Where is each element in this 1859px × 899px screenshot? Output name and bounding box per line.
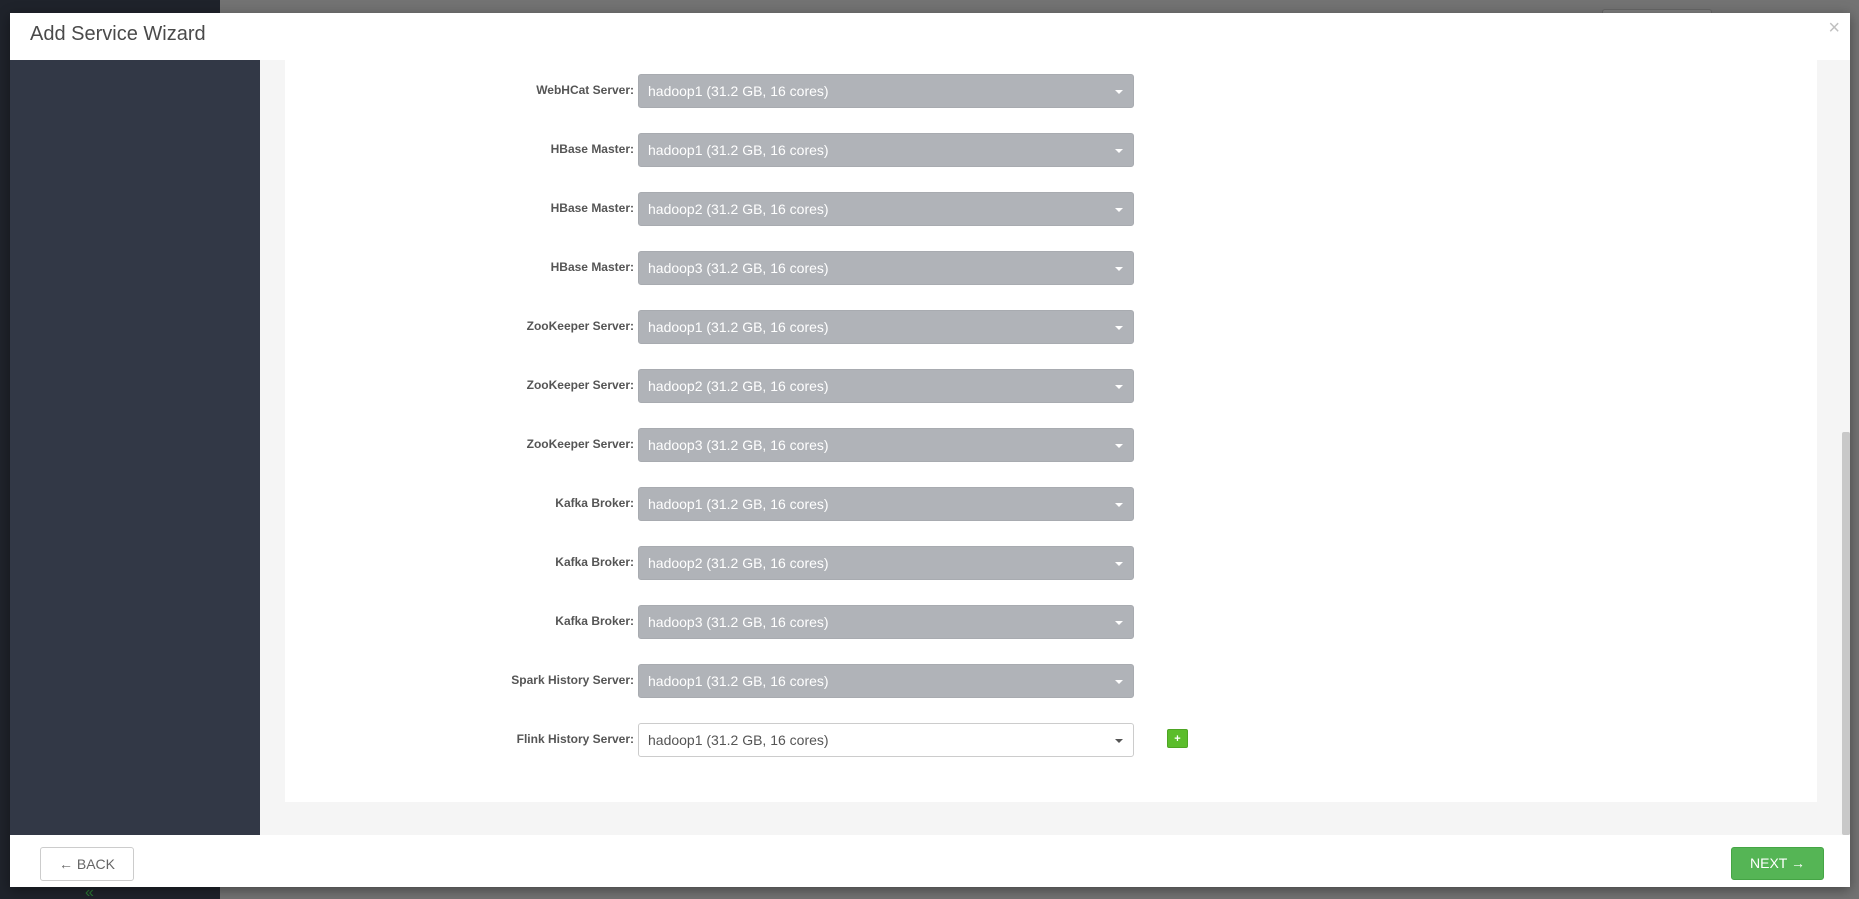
- caret-down-icon: [1115, 680, 1123, 684]
- modal-footer: ← BACK NEXT →: [10, 835, 1850, 887]
- assignment-row: Flink History Server: hadoop1 (31.2 GB, 1…: [285, 723, 1817, 757]
- assignment-row: ZooKeeper Server: hadoop3 (31.2 GB, 16 co…: [285, 428, 1817, 462]
- host-select-value: hadoop1 (31.2 GB, 16 cores): [648, 673, 829, 689]
- host-select: hadoop2 (31.2 GB, 16 cores): [638, 546, 1134, 580]
- host-select: hadoop1 (31.2 GB, 16 cores): [638, 664, 1134, 698]
- host-select: hadoop1 (31.2 GB, 16 cores): [638, 310, 1134, 344]
- caret-down-icon: [1115, 621, 1123, 625]
- assignment-row: HBase Master: hadoop3 (31.2 GB, 16 cores): [285, 251, 1817, 285]
- component-label: Kafka Broker:: [555, 555, 634, 569]
- wizard-steps-sidebar: [10, 60, 260, 835]
- modal-header: Add Service Wizard ×: [10, 13, 1850, 60]
- host-select: hadoop1 (31.2 GB, 16 cores): [638, 133, 1134, 167]
- caret-down-icon: [1115, 149, 1123, 153]
- host-select-value: hadoop2 (31.2 GB, 16 cores): [648, 378, 829, 394]
- component-label: ZooKeeper Server:: [526, 437, 634, 451]
- component-label: Spark History Server:: [511, 673, 634, 687]
- caret-down-icon: [1115, 326, 1123, 330]
- host-select-value: hadoop1 (31.2 GB, 16 cores): [648, 496, 829, 512]
- caret-down-icon: [1115, 267, 1123, 271]
- assignment-row: ZooKeeper Server: hadoop2 (31.2 GB, 16 co…: [285, 369, 1817, 403]
- host-select-value: hadoop3 (31.2 GB, 16 cores): [648, 260, 829, 276]
- host-select[interactable]: hadoop1 (31.2 GB, 16 cores): [638, 723, 1134, 757]
- assignment-row: Kafka Broker: hadoop2 (31.2 GB, 16 cores): [285, 546, 1817, 580]
- assignment-row: ZooKeeper Server: hadoop1 (31.2 GB, 16 co…: [285, 310, 1817, 344]
- next-button[interactable]: NEXT →: [1731, 847, 1824, 880]
- assignment-row: Kafka Broker: hadoop3 (31.2 GB, 16 cores): [285, 605, 1817, 639]
- host-select-value: hadoop2 (31.2 GB, 16 cores): [648, 555, 829, 571]
- caret-down-icon: [1115, 208, 1123, 212]
- assignment-row: HBase Master: hadoop2 (31.2 GB, 16 cores): [285, 192, 1817, 226]
- host-select: hadoop1 (31.2 GB, 16 cores): [638, 487, 1134, 521]
- host-select: hadoop3 (31.2 GB, 16 cores): [638, 428, 1134, 462]
- host-select-value: hadoop1 (31.2 GB, 16 cores): [648, 732, 829, 748]
- component-label: HBase Master:: [550, 260, 634, 274]
- add-host-button[interactable]: +: [1167, 729, 1188, 748]
- host-select-value: hadoop3 (31.2 GB, 16 cores): [648, 437, 829, 453]
- scrollbar[interactable]: [1842, 60, 1850, 835]
- add-service-wizard-modal: Add Service Wizard × WebHCat Server: hado…: [10, 13, 1850, 887]
- component-label: HBase Master:: [550, 142, 634, 156]
- host-select: hadoop3 (31.2 GB, 16 cores): [638, 605, 1134, 639]
- component-label: Flink History Server:: [516, 732, 634, 746]
- assignment-row: Spark History Server: hadoop1 (31.2 GB, 1…: [285, 664, 1817, 698]
- back-button[interactable]: ← BACK: [40, 847, 134, 881]
- caret-down-icon: [1115, 444, 1123, 448]
- caret-down-icon: [1115, 385, 1123, 389]
- host-select-value: hadoop1 (31.2 GB, 16 cores): [648, 83, 829, 99]
- host-select: hadoop2 (31.2 GB, 16 cores): [638, 192, 1134, 226]
- host-select-value: hadoop1 (31.2 GB, 16 cores): [648, 319, 829, 335]
- assign-masters-panel: WebHCat Server: hadoop1 (31.2 GB, 16 core…: [285, 60, 1817, 802]
- caret-down-icon: [1115, 739, 1123, 743]
- assignment-row: WebHCat Server: hadoop1 (31.2 GB, 16 core…: [285, 74, 1817, 108]
- host-select: hadoop1 (31.2 GB, 16 cores): [638, 74, 1134, 108]
- component-label: ZooKeeper Server:: [526, 319, 634, 333]
- modal-title: Add Service Wizard: [30, 23, 206, 45]
- modal-body: WebHCat Server: hadoop1 (31.2 GB, 16 core…: [10, 60, 1850, 835]
- component-label: Kafka Broker:: [555, 496, 634, 510]
- host-select-value: hadoop3 (31.2 GB, 16 cores): [648, 614, 829, 630]
- assignment-row: HBase Master: hadoop1 (31.2 GB, 16 cores): [285, 133, 1817, 167]
- host-select-value: hadoop2 (31.2 GB, 16 cores): [648, 201, 829, 217]
- scrollbar-thumb[interactable]: [1842, 432, 1850, 835]
- close-icon[interactable]: ×: [1828, 17, 1840, 40]
- host-select: hadoop2 (31.2 GB, 16 cores): [638, 369, 1134, 403]
- host-select: hadoop3 (31.2 GB, 16 cores): [638, 251, 1134, 285]
- assignment-row: Kafka Broker: hadoop1 (31.2 GB, 16 cores): [285, 487, 1817, 521]
- wizard-content: WebHCat Server: hadoop1 (31.2 GB, 16 core…: [260, 60, 1850, 835]
- caret-down-icon: [1115, 503, 1123, 507]
- component-label: Kafka Broker:: [555, 614, 634, 628]
- caret-down-icon: [1115, 562, 1123, 566]
- host-select-value: hadoop1 (31.2 GB, 16 cores): [648, 142, 829, 158]
- component-label: WebHCat Server:: [536, 83, 634, 97]
- caret-down-icon: [1115, 90, 1123, 94]
- component-label: ZooKeeper Server:: [526, 378, 634, 392]
- component-label: HBase Master:: [550, 201, 634, 215]
